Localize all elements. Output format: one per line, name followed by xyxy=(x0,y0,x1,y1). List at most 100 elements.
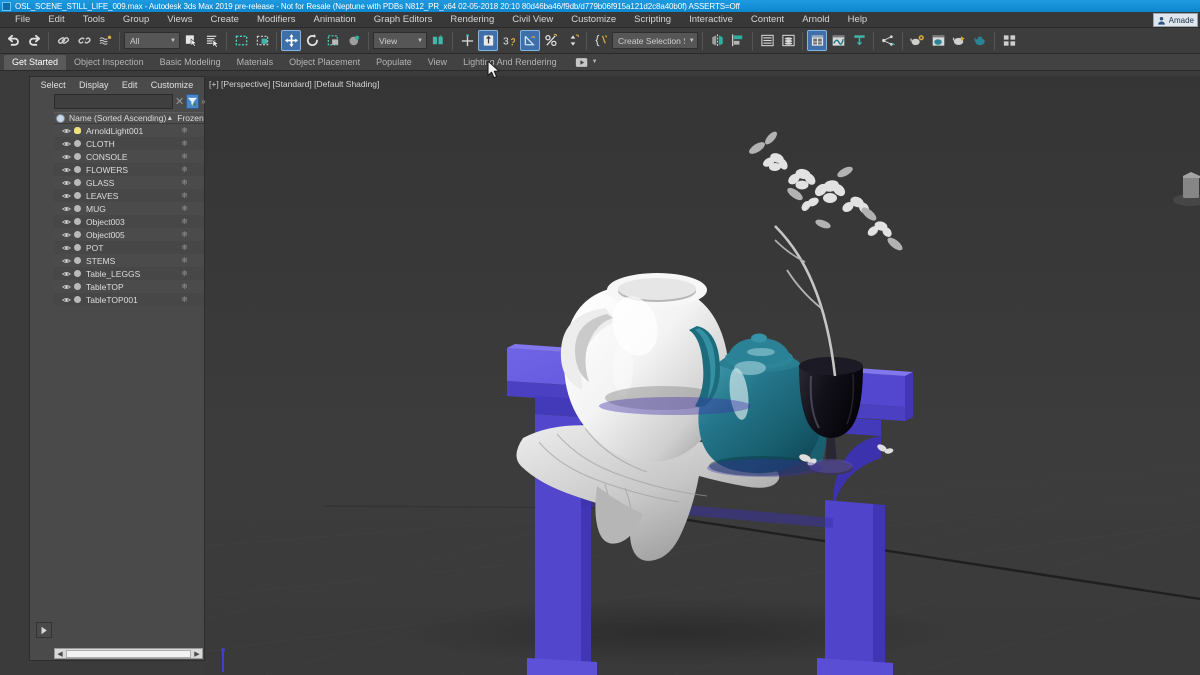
unlink-selection-button[interactable] xyxy=(74,30,94,51)
visibility-eye-icon[interactable] xyxy=(62,205,71,213)
explorer-menu-customize[interactable]: Customize xyxy=(151,80,194,90)
frozen-snowflake-icon[interactable]: ❄ xyxy=(181,178,188,187)
geometry-object-icon[interactable] xyxy=(74,296,81,303)
viewport-label[interactable]: [+] [Perspective] [Standard] [Default Sh… xyxy=(209,79,379,89)
frozen-snowflake-icon[interactable]: ❄ xyxy=(181,282,188,291)
scene-explorer-row[interactable]: CLOTH❄ xyxy=(54,137,204,150)
visibility-eye-icon[interactable] xyxy=(62,283,71,291)
ribbon-tab-get-started[interactable]: Get Started xyxy=(4,55,66,70)
frozen-snowflake-icon[interactable]: ❄ xyxy=(181,165,188,174)
edit-named-selection-sets-button[interactable] xyxy=(591,30,611,51)
scene-explorer-row[interactable]: CONSOLE❄ xyxy=(54,150,204,163)
material-editor-button[interactable] xyxy=(807,30,827,51)
scene-explorer-row[interactable]: MUG❄ xyxy=(54,202,204,215)
clear-x-icon[interactable]: ✕ xyxy=(175,95,184,108)
menu-item-customize[interactable]: Customize xyxy=(562,12,625,28)
visibility-eye-icon[interactable] xyxy=(62,218,71,226)
menu-item-interactive[interactable]: Interactive xyxy=(680,12,742,28)
filter-button[interactable] xyxy=(186,94,199,109)
curve-editor-button[interactable] xyxy=(828,30,848,51)
frozen-snowflake-icon[interactable]: ❄ xyxy=(181,139,188,148)
scene-explorer-row[interactable]: Table_LEGGS❄ xyxy=(54,267,204,280)
scene-explorer-row[interactable]: LEAVES❄ xyxy=(54,189,204,202)
mirror-button[interactable] xyxy=(707,30,727,51)
select-and-rotate-button[interactable] xyxy=(302,30,322,51)
geometry-object-icon[interactable] xyxy=(74,244,81,251)
ribbon-video-dropdown[interactable]: ▼ xyxy=(575,57,598,68)
ribbon-tab-materials[interactable]: Materials xyxy=(229,55,282,70)
visibility-eye-icon[interactable] xyxy=(62,166,71,174)
scene-explorer-row[interactable]: TableTOP❄ xyxy=(54,280,204,293)
scene-explorer-row[interactable]: TableTOP001❄ xyxy=(54,293,204,306)
redo-button[interactable] xyxy=(24,30,44,51)
visibility-eye-icon[interactable] xyxy=(62,179,71,187)
pivot-center-button[interactable] xyxy=(344,30,364,51)
undo-button[interactable] xyxy=(3,30,23,51)
visibility-eye-icon[interactable] xyxy=(62,257,71,265)
asset-tracking-button[interactable] xyxy=(999,30,1019,51)
geometry-object-icon[interactable] xyxy=(74,283,81,290)
scene-explorer-row[interactable]: ArnoldLight001❄ xyxy=(54,124,204,137)
ribbon-tab-object-placement[interactable]: Object Placement xyxy=(281,55,368,70)
schematic-view-button[interactable] xyxy=(849,30,869,51)
visibility-eye-icon[interactable] xyxy=(62,231,71,239)
ribbon-tab-view[interactable]: View xyxy=(420,55,455,70)
scene-explorer-row[interactable]: Object003❄ xyxy=(54,215,204,228)
snaps-3-button[interactable]: 3 xyxy=(499,30,519,51)
scene-explorer-row[interactable]: POT❄ xyxy=(54,241,204,254)
menu-item-arnold[interactable]: Arnold xyxy=(793,12,838,28)
use-selection-center-button[interactable] xyxy=(457,30,477,51)
rendered-frame-window-button[interactable] xyxy=(928,30,948,51)
use-pivot-center-button[interactable] xyxy=(428,30,448,51)
frozen-snowflake-icon[interactable]: ❄ xyxy=(181,269,188,278)
align-button[interactable] xyxy=(728,30,748,51)
frozen-snowflake-icon[interactable]: ❄ xyxy=(181,295,188,304)
bind-to-space-warp-button[interactable] xyxy=(95,30,115,51)
select-object-button[interactable] xyxy=(181,30,201,51)
menu-item-tools[interactable]: Tools xyxy=(74,12,114,28)
frozen-snowflake-icon[interactable]: ❄ xyxy=(181,126,188,135)
geometry-object-icon[interactable] xyxy=(74,153,81,160)
geometry-object-icon[interactable] xyxy=(74,179,81,186)
scroll-left-arrow-icon[interactable]: ◀ xyxy=(55,650,65,658)
ribbon-tab-object-inspection[interactable]: Object Inspection xyxy=(66,55,152,70)
visibility-eye-icon[interactable] xyxy=(62,127,71,135)
menu-item-views[interactable]: Views xyxy=(158,12,201,28)
scene-explorer-row[interactable]: GLASS❄ xyxy=(54,176,204,189)
visibility-eye-icon[interactable] xyxy=(62,153,71,161)
geometry-object-icon[interactable] xyxy=(74,218,81,225)
snap-toggle-button[interactable] xyxy=(478,30,498,51)
visibility-eye-icon[interactable] xyxy=(62,244,71,252)
menu-item-animation[interactable]: Animation xyxy=(305,12,365,28)
frozen-snowflake-icon[interactable]: ❄ xyxy=(181,256,188,265)
menu-item-content[interactable]: Content xyxy=(742,12,793,28)
explorer-menu-select[interactable]: Select xyxy=(41,80,66,90)
scroll-right-arrow-icon[interactable]: ▶ xyxy=(192,650,202,658)
menu-item-rendering[interactable]: Rendering xyxy=(441,12,503,28)
menu-item-scripting[interactable]: Scripting xyxy=(625,12,680,28)
column-header-frozen[interactable]: Frozen xyxy=(177,113,204,123)
sort-ascending-icon[interactable]: ▲ xyxy=(166,115,173,122)
geometry-object-icon[interactable] xyxy=(74,257,81,264)
menu-item-modifiers[interactable]: Modifiers xyxy=(248,12,305,28)
particle-view-button[interactable] xyxy=(878,30,898,51)
explorer-horizontal-scrollbar[interactable]: ◀ ▶ xyxy=(54,648,203,659)
select-and-link-button[interactable] xyxy=(53,30,73,51)
perspective-viewport[interactable]: [+] [Perspective] [Standard] [Default Sh… xyxy=(205,76,1200,675)
scene-explorer-row[interactable]: FLOWERS❄ xyxy=(54,163,204,176)
menu-item-graph-editors[interactable]: Graph Editors xyxy=(365,12,442,28)
scrollbar-thumb[interactable] xyxy=(66,650,191,658)
visibility-eye-icon[interactable] xyxy=(62,296,71,304)
render-iterative-button[interactable] xyxy=(970,30,990,51)
select-and-scale-button[interactable] xyxy=(323,30,343,51)
menu-item-edit[interactable]: Edit xyxy=(39,12,73,28)
named-selection-set-dropdown[interactable]: Create Selection Se ▼ xyxy=(612,32,698,49)
menu-item-help[interactable]: Help xyxy=(839,12,877,28)
spinner-snap-button[interactable] xyxy=(562,30,582,51)
ribbon-tab-lighting-and-rendering[interactable]: Lighting And Rendering xyxy=(455,55,565,70)
frozen-snowflake-icon[interactable]: ❄ xyxy=(181,204,188,213)
layer-explorer-button[interactable] xyxy=(757,30,777,51)
geometry-object-icon[interactable] xyxy=(74,205,81,212)
explorer-expand-button[interactable] xyxy=(36,622,52,638)
frozen-snowflake-icon[interactable]: ❄ xyxy=(181,243,188,252)
